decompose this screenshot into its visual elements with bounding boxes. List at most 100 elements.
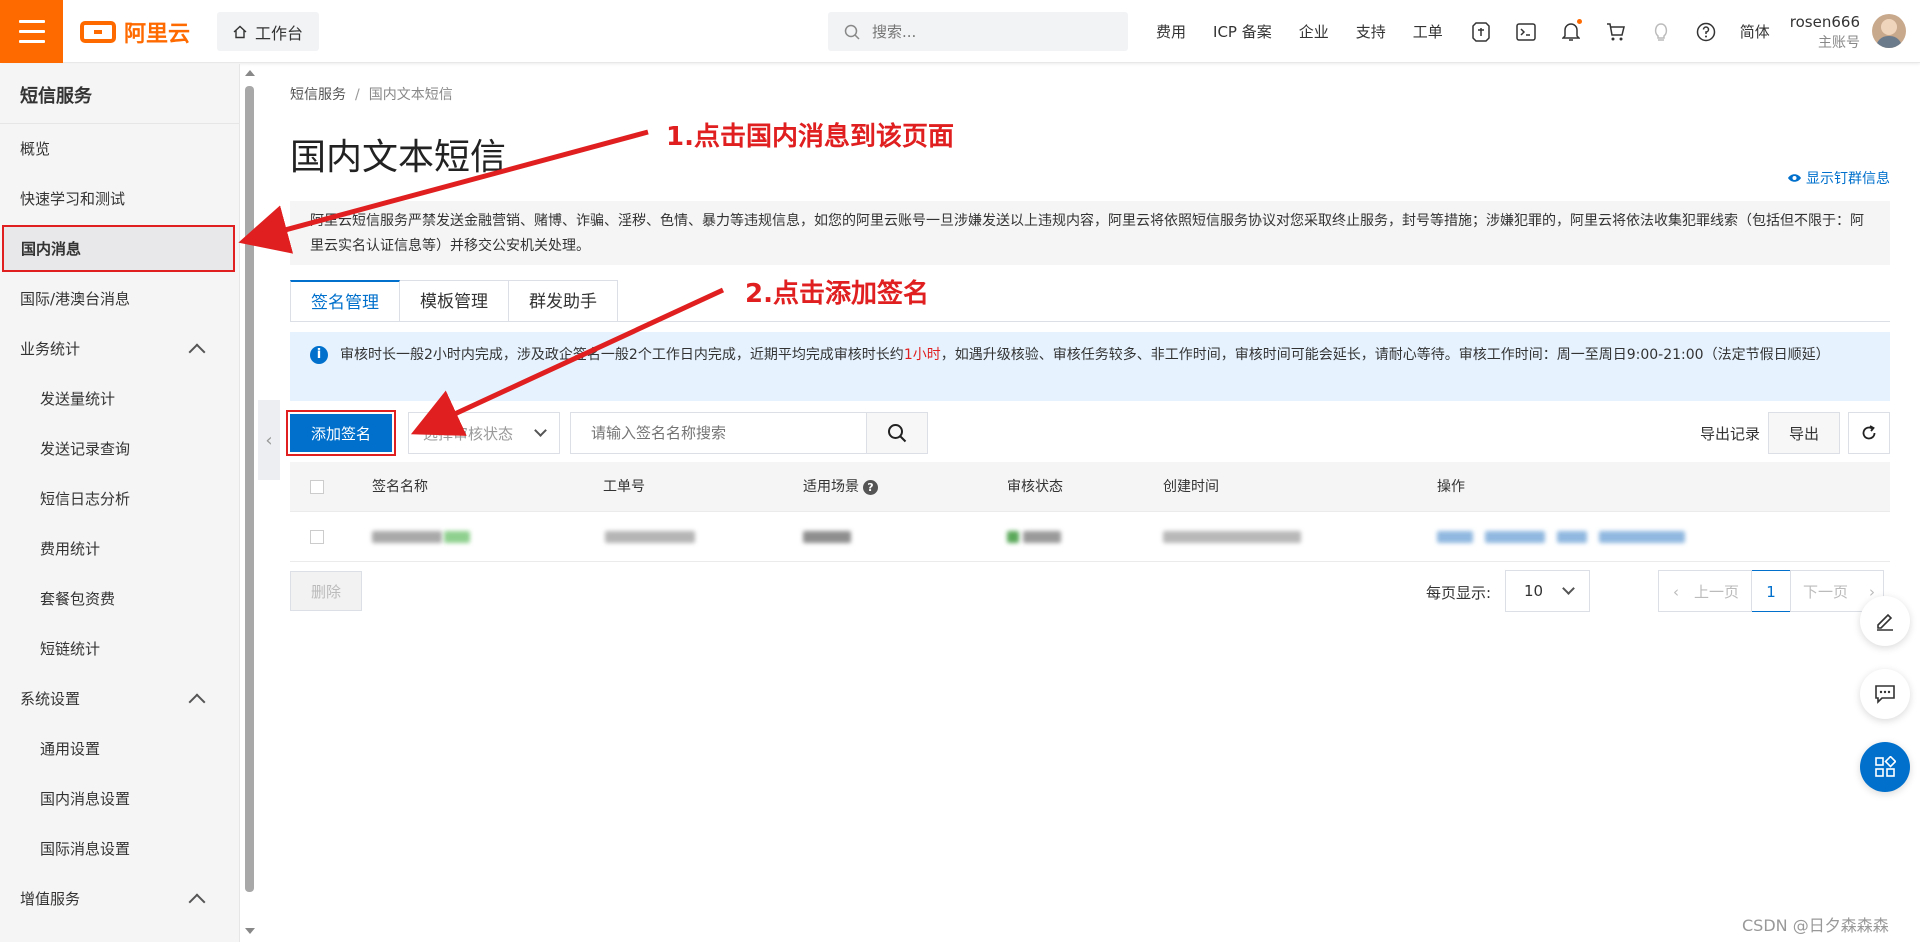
sidebar-item-send-records[interactable]: 发送记录查询 [0,424,239,474]
grid-icon [1875,756,1896,777]
tab-template-management[interactable]: 模板管理 [400,280,509,322]
status-cell [1007,512,1061,562]
refresh-button[interactable] [1848,412,1890,454]
add-signature-button[interactable]: 添加签名 [286,410,396,456]
avatar[interactable] [1872,14,1906,48]
apps-float-button[interactable] [1860,742,1910,792]
page-number-current[interactable]: 1 [1751,570,1791,612]
search-icon [844,24,860,40]
sidebar-group-label: 系统设置 [20,690,81,708]
workbench-label: 工作台 [254,23,303,43]
eye-icon [1788,174,1801,182]
terminal-icon[interactable] [1515,21,1537,43]
tab-divider [290,321,1890,322]
edit-float-button[interactable] [1860,596,1910,646]
review-status-select[interactable]: 选择审核状态 [408,412,560,454]
actions-cell[interactable] [1437,512,1685,562]
delete-button[interactable]: 删除 [290,571,362,611]
page-size-select[interactable]: 10 [1505,570,1590,612]
bulb-icon[interactable] [1650,21,1672,43]
logo-mark [80,21,116,43]
chevron-up-icon [188,893,206,911]
select-all-checkbox[interactable] [310,480,324,494]
nav-icp[interactable]: ICP 备案 [1213,21,1272,42]
help-icon[interactable] [1695,21,1717,43]
breadcrumb: 短信服务 / 国内文本短信 [290,84,453,104]
table-header-row: 签名名称 工单号 适用场景? 审核状态 创建时间 操作 [290,462,1890,512]
scroll-thumb[interactable] [245,86,254,892]
sidebar-item-international-settings[interactable]: 国际消息设置 [0,824,239,874]
created-cell [1163,512,1301,562]
sidebar-item-log-analysis[interactable]: 短信日志分析 [0,474,239,524]
page-size-label: 每页显示: [1426,584,1492,602]
feedback-float-button[interactable] [1860,669,1910,719]
document-icon[interactable] [1470,21,1492,43]
sidebar-group-settings[interactable]: 系统设置 [0,674,239,724]
tab-bulk-assistant[interactable]: 群发助手 [509,280,618,322]
floating-toolbar [1860,596,1910,815]
info-text-after: ，如遇升级核验、审核任务较多、非工作时间，审核时间可能会延长，请耐心等待。审核工… [940,347,1830,363]
nav-support[interactable]: 支持 [1356,21,1386,42]
search-button[interactable] [866,412,928,454]
notification-dot [1576,18,1582,24]
sidebar-item-shortlink[interactable]: 短链统计 [0,624,239,674]
top-bar: 阿里云 工作台 费用 ICP 备案 企业 支持 工单 简体 rosen666 主… [0,0,1920,63]
export-button[interactable]: 导出 [1768,412,1840,454]
show-subscription-label: 显示钉群信息 [1806,171,1890,187]
bell-icon[interactable] [1560,18,1582,43]
breadcrumb-root[interactable]: 短信服务 [290,87,346,103]
nav-billing[interactable]: 费用 [1156,21,1186,42]
chat-icon [1875,685,1895,704]
row-checkbox[interactable] [310,530,324,544]
sidebar-collapse-toggle[interactable]: ‹ [258,400,280,480]
signature-name-search-input[interactable] [570,412,867,454]
page-title: 国内文本短信 [290,137,507,178]
show-subscription-link[interactable]: 显示钉群信息 [1787,168,1890,188]
top-nav: 费用 ICP 备案 企业 支持 工单 简体 [1156,0,1797,63]
sidebar-item-general-settings[interactable]: 通用设置 [0,724,239,774]
prev-page-button[interactable]: ‹ 上一页 [1658,570,1752,612]
nav-ticket[interactable]: 工单 [1413,21,1443,42]
column-header-actions: 操作 [1437,479,1465,495]
tab-signature-management[interactable]: 签名管理 [290,280,400,322]
column-header-ticket: 工单号 [603,479,645,495]
next-page-label: 下一页 [1803,583,1849,601]
chevron-left-icon: ‹ [265,429,273,451]
sidebar-item-quick-start[interactable]: 快速学习和测试 [0,174,239,224]
sidebar-item-cost-stats[interactable]: 费用统计 [0,524,239,574]
sidebar-item-package[interactable]: 套餐包资费 [0,574,239,624]
review-info-notice: i 审核时长一般2小时内完成，涉及政企签名一般2个工作日内完成，近期平均完成审核… [290,332,1890,401]
global-search-input[interactable] [872,22,1102,41]
tab-bar: 签名管理 模板管理 群发助手 [290,280,618,322]
account-info[interactable]: rosen666 主账号 [1760,12,1860,54]
workbench-button[interactable]: 工作台 [217,12,319,51]
signature-name-cell [372,512,470,562]
sidebar-item-domestic[interactable]: 国内消息 [2,225,235,272]
nav-enterprise[interactable]: 企业 [1299,21,1329,42]
sidebar-item-international[interactable]: 国际/港澳台消息 [0,274,239,324]
info-text-before: 审核时长一般2小时内完成，涉及政企签名一般2个工作日内完成，近期平均完成审核时长… [340,347,904,363]
sidebar-scrollbar[interactable] [245,70,255,940]
column-header-status: 审核状态 [1007,479,1063,495]
sidebar-group-label: 业务统计 [20,340,81,358]
export-records-link[interactable]: 导出记录 [1700,423,1760,444]
chevron-left-icon: ‹ [1673,583,1679,601]
column-header-scenario: 适用场景? [803,462,878,512]
sidebar-group-value-added[interactable]: 增值服务 [0,874,239,924]
global-search[interactable] [828,12,1128,51]
scroll-up-arrow[interactable] [245,70,255,76]
sidebar-item-send-volume[interactable]: 发送量统计 [0,374,239,424]
account-name: rosen666 [1789,13,1860,31]
sidebar-group-statistics[interactable]: 业务统计 [0,324,239,374]
aliyun-logo[interactable]: 阿里云 [80,16,190,48]
chevron-down-icon [1562,582,1575,595]
question-icon[interactable]: ? [863,479,878,495]
compliance-warning: 阿里云短信服务严禁发送金融营销、赌博、诈骗、淫秽、色情、暴力等违规信息，如您的阿… [290,201,1890,265]
home-icon [233,25,247,38]
sidebar-item-overview[interactable]: 概览 [0,124,239,174]
menu-icon[interactable] [0,0,63,63]
sidebar-item-domestic-settings[interactable]: 国内消息设置 [0,774,239,824]
cart-icon[interactable] [1605,21,1627,43]
scroll-down-arrow[interactable] [245,928,255,934]
chevron-down-icon [534,424,547,437]
